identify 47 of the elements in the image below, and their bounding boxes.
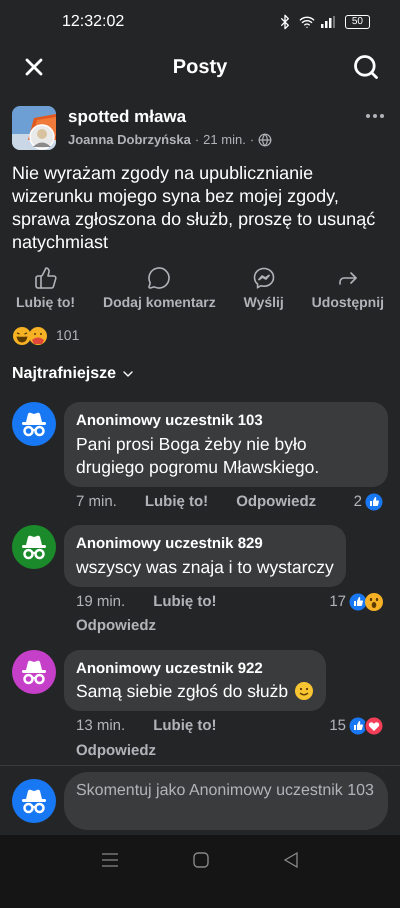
- home-nav-icon[interactable]: [192, 852, 209, 868]
- sort-dropdown[interactable]: Najtrafniejsze: [0, 362, 148, 386]
- back-nav-icon[interactable]: [284, 852, 298, 868]
- speech-bubble-icon: [147, 266, 172, 290]
- post-action-button[interactable]: Dodaj komentarz: [102, 266, 216, 313]
- messenger-icon: [252, 266, 276, 290]
- post-action-button[interactable]: Wyślij: [244, 266, 284, 313]
- comment-text: wszyscy was znaja i to wystarczy: [76, 556, 334, 576]
- reply-link[interactable]: Odpowiedz: [76, 740, 156, 762]
- commenter-name[interactable]: Anonimowy uczestnik 922: [76, 658, 314, 680]
- globe-icon: [258, 132, 272, 147]
- comment-time: 7 min.: [76, 492, 117, 512]
- post-action-button[interactable]: Lubię to!: [16, 266, 76, 313]
- reply-link[interactable]: Odpowiedz: [236, 490, 316, 513]
- reply-link[interactable]: Odpowiedz: [76, 615, 156, 638]
- reaction-count: 2: [354, 492, 362, 512]
- more-icon: [366, 114, 384, 118]
- commenter-name[interactable]: Anonimowy uczestnik 829: [76, 533, 334, 556]
- wifi-icon: [298, 14, 315, 30]
- comment-time: 13 min.: [76, 716, 126, 736]
- smiley-icon: [294, 681, 314, 701]
- post-time: 21 min.: [203, 131, 246, 149]
- signal-icon: [320, 16, 335, 28]
- separator-dot: ·: [194, 131, 200, 149]
- search-icon: [352, 53, 380, 81]
- battery-indicator: 50: [344, 15, 370, 29]
- comment-input[interactable]: Skomentuj jako Anonimowy uczestnik 103: [64, 772, 388, 830]
- like-link[interactable]: Lubię to!: [144, 490, 208, 513]
- search-button[interactable]: [352, 53, 380, 81]
- menu-nav-icon[interactable]: [102, 853, 118, 867]
- commenter-name[interactable]: Anonimowy uczestnik 103: [76, 410, 376, 432]
- post-action-button[interactable]: Udostępnij: [312, 266, 384, 313]
- reaction-count: 17: [329, 592, 346, 612]
- post-text: Nie wyrażam zgody na upublicznianie wizerunku mojego syna bez mojej zgody, sprawa zgłoszona do służb, proszę to usunąć natychmiast: [11, 162, 376, 254]
- group-name[interactable]: spotted mława: [68, 106, 354, 128]
- reaction-count: 15: [329, 716, 346, 736]
- status-time: 12:32:02: [62, 12, 124, 32]
- like-link[interactable]: Lubię to!: [153, 715, 217, 738]
- separator-dot: ·: [250, 131, 254, 149]
- comment-text: Samą siebie zgłoś do służb: [76, 681, 288, 701]
- like-link[interactable]: Lubię to!: [153, 590, 217, 613]
- reaction-count: 101: [56, 326, 80, 345]
- author-name[interactable]: Joanna Dobrzyńska: [68, 130, 191, 150]
- comment-text: Pani prosi Boga żeby nie było drugiego pogromu Mławskiego.: [76, 434, 320, 476]
- page-title: Posty: [172, 55, 228, 80]
- thumbs-up-icon: [34, 266, 58, 290]
- comment-time: 19 min.: [76, 592, 126, 612]
